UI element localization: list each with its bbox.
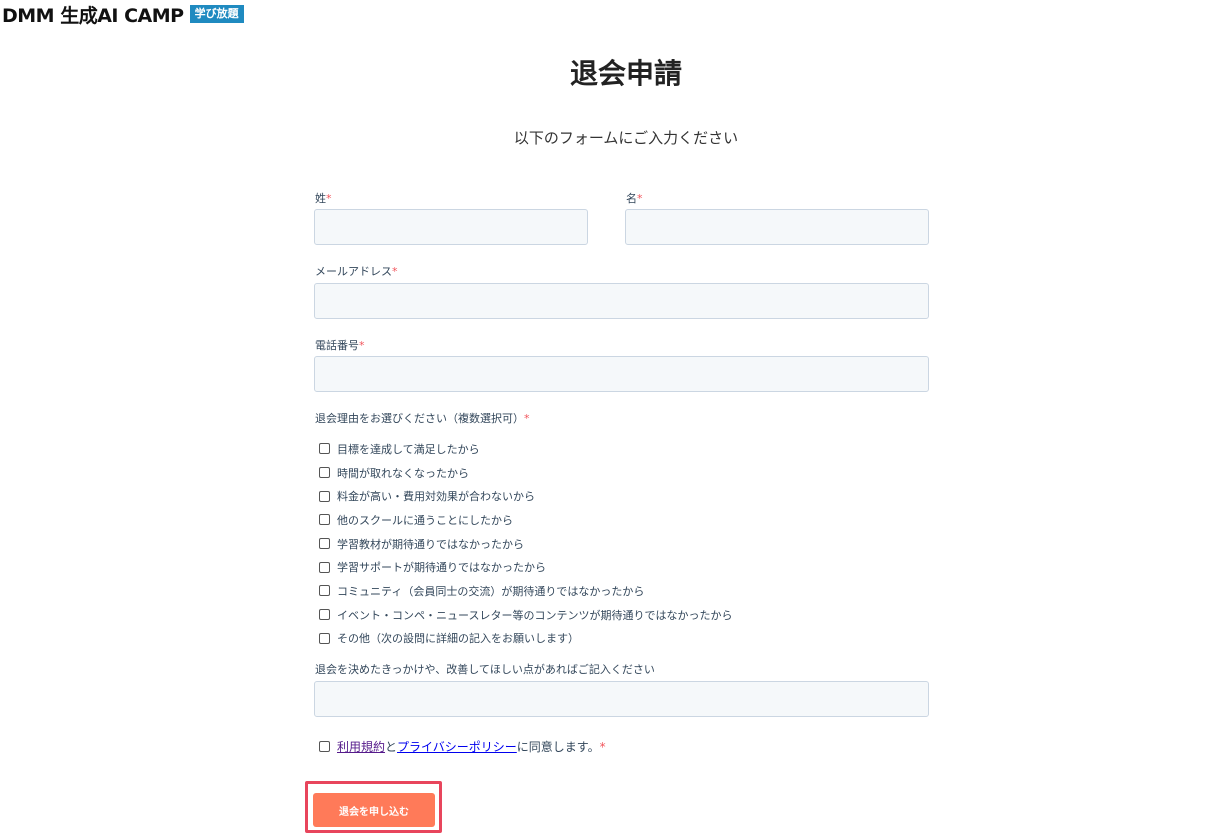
reason-option[interactable]: 時間が取れなくなったから bbox=[319, 461, 732, 485]
terms-link-wrap: 利用規約 bbox=[337, 738, 385, 755]
required-mark: * bbox=[359, 339, 365, 352]
reason-option-label[interactable]: 目標を達成して満足したから bbox=[337, 441, 480, 457]
submit-withdrawal-button[interactable]: 退会を申し込む bbox=[313, 793, 435, 827]
reason-option-label[interactable]: 他のスクールに通うことにしたから bbox=[337, 512, 513, 528]
first-name-label: 名* bbox=[626, 190, 643, 206]
reason-checkbox[interactable] bbox=[319, 514, 330, 526]
feedback-input[interactable] bbox=[314, 681, 929, 717]
reason-option-label[interactable]: 学習サポートが期待通りではなかったから bbox=[337, 559, 546, 575]
reason-option[interactable]: 他のスクールに通うことにしたから bbox=[319, 508, 732, 532]
reason-checkbox[interactable] bbox=[319, 609, 330, 621]
phone-label: 電話番号* bbox=[315, 337, 365, 353]
required-mark: * bbox=[326, 192, 332, 205]
reason-option-label[interactable]: 学習教材が期待通りではなかったから bbox=[337, 536, 524, 552]
reason-option[interactable]: 学習教材が期待通りではなかったから bbox=[319, 532, 732, 556]
reasons-checkbox-list: 目標を達成して満足したから 時間が取れなくなったから 料金が高い・費用対効果が合… bbox=[319, 437, 732, 650]
reason-checkbox[interactable] bbox=[319, 538, 330, 550]
reasons-label-text: 退会理由をお選びください（複数選択可） bbox=[315, 412, 524, 425]
reason-option[interactable]: 目標を達成して満足したから bbox=[319, 437, 732, 461]
page-title: 退会申請 bbox=[569, 57, 682, 90]
email-label: メールアドレス* bbox=[315, 263, 398, 279]
page-subtitle: 以下のフォームにご入力ください bbox=[513, 129, 739, 147]
reason-option[interactable]: コミュニティ（会員同士の交流）が期待通りではなかったから bbox=[319, 579, 732, 603]
agreement-and-text: と bbox=[385, 740, 398, 754]
required-mark: * bbox=[524, 412, 530, 425]
reason-checkbox[interactable] bbox=[319, 585, 330, 597]
agreement-row: 利用規約 と プライバシーポリシー に同意します。 * bbox=[319, 738, 606, 755]
agreement-checkbox[interactable] bbox=[319, 741, 330, 752]
reason-checkbox[interactable] bbox=[319, 490, 330, 502]
logo-badge: 学び放題 bbox=[189, 5, 244, 23]
required-mark: * bbox=[392, 265, 398, 278]
logo-text: DMM 生成AI CAMP bbox=[2, 4, 184, 27]
phone-label-text: 電話番号 bbox=[315, 339, 359, 352]
first-name-input[interactable] bbox=[625, 209, 929, 245]
reason-option-label[interactable]: コミュニティ（会員同士の交流）が期待通りではなかったから bbox=[337, 583, 644, 599]
logo[interactable]: DMM 生成AI CAMP 学び放題 bbox=[2, 3, 244, 27]
reason-option[interactable]: イベント・コンペ・ニュースレター等のコンテンツが期待通りではなかったから bbox=[319, 603, 732, 627]
last-name-label-text: 姓 bbox=[315, 192, 326, 205]
reason-checkbox[interactable] bbox=[319, 561, 330, 573]
reason-checkbox[interactable] bbox=[319, 443, 330, 455]
last-name-label: 姓* bbox=[315, 190, 332, 206]
reason-option-label[interactable]: 料金が高い・費用対効果が合わないから bbox=[337, 488, 535, 504]
reason-option[interactable]: その他（次の設問に詳細の記入をお願いします） bbox=[319, 627, 732, 651]
feedback-label: 退会を決めたきっかけや、改善してほしい点があればご記入ください bbox=[315, 663, 655, 676]
terms-link[interactable]: 利用規約 bbox=[337, 740, 385, 754]
last-name-input[interactable] bbox=[314, 209, 588, 245]
email-label-text: メールアドレス bbox=[315, 265, 392, 278]
email-input[interactable] bbox=[314, 283, 929, 319]
agreement-suffix-text: に同意します。 bbox=[516, 740, 600, 754]
reason-checkbox[interactable] bbox=[319, 467, 330, 479]
required-mark: * bbox=[599, 739, 606, 754]
privacy-policy-link[interactable]: プライバシーポリシー bbox=[397, 738, 517, 755]
reason-option[interactable]: 料金が高い・費用対効果が合わないから bbox=[319, 484, 732, 508]
reason-option[interactable]: 学習サポートが期待通りではなかったから bbox=[319, 555, 732, 579]
reason-option-label[interactable]: イベント・コンペ・ニュースレター等のコンテンツが期待通りではなかったから bbox=[337, 607, 732, 623]
reason-option-label[interactable]: その他（次の設問に詳細の記入をお願いします） bbox=[337, 630, 579, 646]
reason-checkbox[interactable] bbox=[319, 632, 330, 644]
reasons-label: 退会理由をお選びください（複数選択可）* bbox=[315, 410, 530, 426]
withdrawal-page: DMM 生成AI CAMP 学び放題 退会申請 以下のフォームにご入力ください … bbox=[0, 0, 1215, 840]
reason-option-label[interactable]: 時間が取れなくなったから bbox=[337, 465, 469, 481]
first-name-label-text: 名 bbox=[626, 192, 637, 205]
phone-input[interactable] bbox=[314, 356, 929, 392]
required-mark: * bbox=[637, 192, 643, 205]
